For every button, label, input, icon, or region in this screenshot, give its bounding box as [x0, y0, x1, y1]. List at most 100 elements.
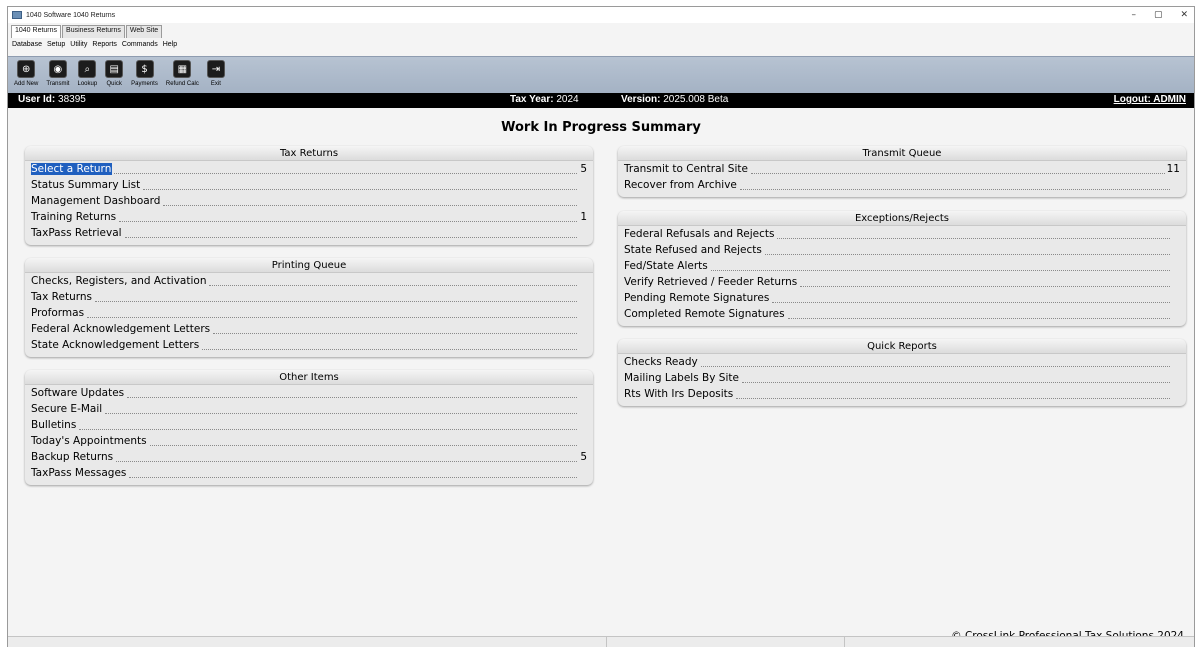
menu-row-checks-registers-and-activation[interactable]: Checks, Registers, and Activation	[25, 273, 593, 289]
dotted-leader	[129, 468, 577, 478]
menu-setup[interactable]: Setup	[47, 41, 65, 53]
panel-header: Printing Queue	[25, 258, 593, 273]
panel-header: Exceptions/Rejects	[618, 211, 1186, 226]
user-id-value: 38395	[58, 94, 86, 105]
panel-header: Transmit Queue	[618, 146, 1186, 161]
row-count: 1	[580, 211, 587, 223]
toolbar: ⊕ Add New ◉ Transmit ⌕ Lookup ▤ Quick $ Payments ▦…	[8, 56, 1194, 93]
menu-commands[interactable]: Commands	[122, 41, 158, 53]
tax-year-label: Tax Year:	[510, 94, 554, 105]
toolbar-quick-button[interactable]: ▤ Quick	[105, 57, 124, 93]
logout-link[interactable]: Logout: ADMIN	[1114, 94, 1186, 105]
dotted-leader	[143, 180, 577, 190]
dotted-leader	[119, 212, 577, 222]
row-label: Mailing Labels By Site	[624, 372, 739, 384]
panel-transmit-queue: Transmit Queue Transmit to Central Site 11…	[618, 146, 1186, 197]
toolbar-label: Quick	[106, 81, 122, 87]
dotted-leader	[213, 324, 577, 334]
menu-row-software-updates[interactable]: Software Updates	[25, 385, 593, 401]
status-segment	[606, 637, 607, 647]
add-new-icon: ⊕	[17, 60, 36, 78]
minimize-icon[interactable]: –	[1131, 10, 1136, 20]
row-label: Federal Acknowledgement Letters	[31, 323, 211, 335]
menu-row-select-a-return[interactable]: Select a Return 5	[25, 161, 593, 177]
dotted-leader	[127, 388, 577, 398]
menu-row-federal-acknowledgement-letters[interactable]: Federal Acknowledgement Letters	[25, 321, 593, 337]
row-count: 11	[1166, 163, 1180, 175]
row-label: Completed Remote Signatures	[624, 308, 785, 320]
menu-row-mailing-labels-by-site[interactable]: Mailing Labels By Site	[618, 370, 1186, 386]
dotted-leader	[105, 404, 577, 414]
menu-row-fed-state-alerts[interactable]: Fed/State Alerts	[618, 258, 1186, 274]
menu-row-federal-refusals-and-rejects[interactable]: Federal Refusals and Rejects	[618, 226, 1186, 242]
row-label: Transmit to Central Site	[624, 163, 748, 175]
menu-bar: Database Setup Utility Reports Commands …	[8, 41, 177, 53]
row-label: Select a Return	[31, 163, 113, 175]
dotted-leader	[114, 164, 577, 174]
tab-business-returns[interactable]: Business Returns	[62, 25, 125, 38]
dotted-leader	[741, 373, 1170, 383]
menu-row-taxpass-retrieval[interactable]: TaxPass Retrieval	[25, 225, 593, 241]
row-label: Today's Appointments	[31, 435, 147, 447]
row-count: 5	[580, 163, 587, 175]
panel-header: Tax Returns	[25, 146, 593, 161]
row-label: Backup Returns	[31, 451, 114, 463]
app-window: 1040 Software 1040 Returns – ▢ ✕ 1040 Re…	[7, 6, 1195, 647]
menu-row-backup-returns[interactable]: Backup Returns 5	[25, 449, 593, 465]
row-label: Pending Remote Signatures	[624, 292, 770, 304]
menu-row-management-dashboard[interactable]: Management Dashboard	[25, 193, 593, 209]
tab-web-site[interactable]: Web Site	[125, 25, 163, 38]
menu-utility[interactable]: Utility	[70, 41, 87, 53]
menu-row-recover-from-archive[interactable]: Recover from Archive	[618, 177, 1186, 193]
menu-row-training-returns[interactable]: Training Returns 1	[25, 209, 593, 225]
menu-reports[interactable]: Reports	[92, 41, 117, 53]
dotted-leader	[94, 292, 577, 302]
menu-row-secure-e-mail[interactable]: Secure E-Mail	[25, 401, 593, 417]
version: Version: 2025.008 Beta	[621, 94, 728, 105]
toolbar-lookup-button[interactable]: ⌕ Lookup	[77, 57, 97, 93]
exit-icon: ⇥	[206, 60, 225, 78]
tab-1040-returns[interactable]: 1040 Returns	[11, 25, 62, 38]
tab-bar: 1040 Returns Business Returns Web Site	[8, 25, 163, 38]
toolbar-refund-calc-button[interactable]: ▦ Refund Calc	[166, 57, 199, 93]
title-bar: 1040 Software 1040 Returns – ▢ ✕	[8, 7, 1194, 23]
menu-row-today-s-appointments[interactable]: Today's Appointments	[25, 433, 593, 449]
menu-row-checks-ready[interactable]: Checks Ready	[618, 354, 1186, 370]
menu-row-tax-returns[interactable]: Tax Returns	[25, 289, 593, 305]
tax-year: Tax Year: 2024	[510, 94, 579, 105]
row-label: Federal Refusals and Rejects	[624, 228, 775, 240]
menu-database[interactable]: Database	[12, 41, 42, 53]
toolbar-label: Transmit	[46, 81, 70, 87]
dotted-leader	[800, 277, 1170, 287]
toolbar-transmit-button[interactable]: ◉ Transmit	[46, 57, 69, 93]
dotted-leader	[736, 389, 1170, 399]
menu-row-verify-retrieved-feeder-returns[interactable]: Verify Retrieved / Feeder Returns	[618, 274, 1186, 290]
menu-row-rts-with-irs-deposits[interactable]: Rts With Irs Deposits	[618, 386, 1186, 402]
menu-row-state-refused-and-rejects[interactable]: State Refused and Rejects	[618, 242, 1186, 258]
dotted-leader	[202, 340, 577, 350]
restore-icon[interactable]: ▢	[1154, 10, 1163, 20]
close-icon[interactable]: ✕	[1180, 10, 1188, 20]
menu-help[interactable]: Help	[163, 41, 177, 53]
toolbar-label: Add New	[14, 81, 39, 87]
payments-icon: $	[135, 60, 154, 78]
dotted-leader	[116, 452, 577, 462]
menu-row-completed-remote-signatures[interactable]: Completed Remote Signatures	[618, 306, 1186, 322]
menu-row-transmit-to-central-site[interactable]: Transmit to Central Site 11	[618, 161, 1186, 177]
dotted-leader	[710, 261, 1170, 271]
toolbar-label: Exit	[210, 81, 221, 87]
info-bar: User Id: 38395 Tax Year: 2024 Version: 2…	[8, 93, 1194, 108]
menu-row-taxpass-messages[interactable]: TaxPass Messages	[25, 465, 593, 481]
toolbar-label: Payments	[131, 81, 158, 87]
menu-row-bulletins[interactable]: Bulletins	[25, 417, 593, 433]
row-label: State Acknowledgement Letters	[31, 339, 200, 351]
toolbar-payments-button[interactable]: $ Payments	[131, 57, 158, 93]
dotted-leader	[700, 357, 1170, 367]
menu-row-pending-remote-signatures[interactable]: Pending Remote Signatures	[618, 290, 1186, 306]
toolbar-exit-button[interactable]: ⇥ Exit	[206, 57, 225, 93]
toolbar-add-new-button[interactable]: ⊕ Add New	[14, 57, 38, 93]
menu-row-state-acknowledgement-letters[interactable]: State Acknowledgement Letters	[25, 337, 593, 353]
menu-row-status-summary-list[interactable]: Status Summary List	[25, 177, 593, 193]
menu-row-proformas[interactable]: Proformas	[25, 305, 593, 321]
tax-year-value: 2024	[556, 94, 579, 105]
